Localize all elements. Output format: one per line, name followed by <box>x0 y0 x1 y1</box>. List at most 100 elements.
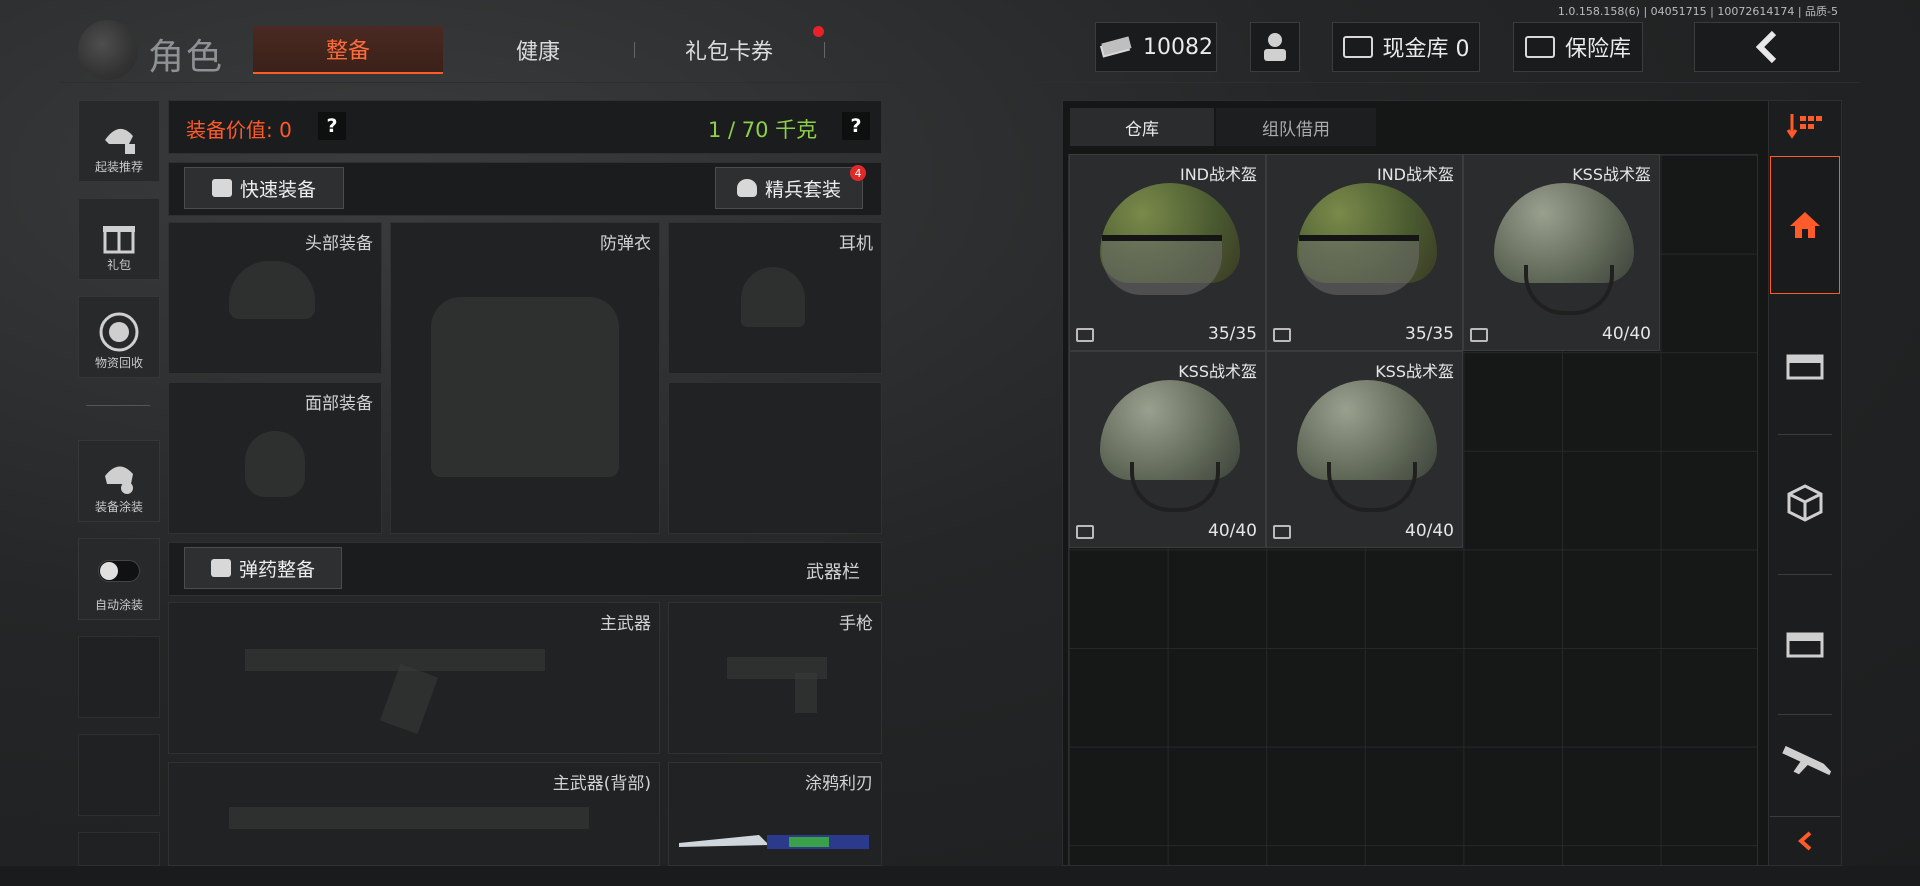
magazine-silhouette <box>379 663 439 735</box>
sidebar-item-autopaint[interactable]: 自动涂装 <box>78 538 160 620</box>
auto-paint-toggle[interactable] <box>98 560 140 582</box>
crate-icon <box>1786 354 1824 380</box>
item-type-icon <box>1076 328 1094 342</box>
sort-icon <box>1786 114 1822 139</box>
home-icon <box>1790 212 1820 238</box>
paint-icon <box>105 466 133 494</box>
cash-vault-button[interactable]: 现金库 0 <box>1332 22 1480 72</box>
item-name: IND战术盔 <box>1376 165 1454 184</box>
sidebar-item-gift[interactable]: 礼包 <box>78 198 160 280</box>
strap-shape <box>1524 265 1614 315</box>
item-type-icon <box>1470 328 1488 342</box>
sidebar-item-label: 自动涂装 <box>94 598 143 612</box>
rifle-icon <box>1782 746 1832 776</box>
safe-button[interactable]: 保险库 <box>1513 22 1643 72</box>
rail-home-button[interactable] <box>1770 156 1840 294</box>
tab-health[interactable]: 健康 <box>443 26 633 74</box>
item-type-icon <box>1076 525 1094 539</box>
safe-label: 保险库 <box>1564 37 1631 62</box>
storage-item[interactable]: KSS战术盔 40/40 <box>1069 351 1266 548</box>
operator-button[interactable] <box>1250 22 1300 72</box>
rail-weapon-button[interactable] <box>1770 716 1840 816</box>
slot-label: 手枪 <box>839 614 873 634</box>
rail-collapse-button[interactable] <box>1770 816 1840 864</box>
slot-label: 耳机 <box>839 234 873 254</box>
item-name: KSS战术盔 <box>1375 362 1454 381</box>
slot-label: 主武器 <box>600 614 651 634</box>
empty-slot <box>78 832 160 866</box>
vault-icon <box>1342 36 1373 58</box>
rifle-silhouette-icon <box>245 649 545 671</box>
gift-icon <box>103 226 135 254</box>
item-durability: 35/35 <box>1208 324 1257 344</box>
elite-kit-button[interactable]: 精兵套装 <box>715 167 863 209</box>
notification-dot <box>813 26 824 37</box>
page-title: 角色 <box>148 37 225 78</box>
sidebar-item-label: 礼包 <box>106 258 131 272</box>
sidebar-item-label: 装备涂装 <box>94 500 143 514</box>
shield-icon <box>736 179 757 197</box>
item-type-icon <box>1273 525 1291 539</box>
cash-icon <box>1099 36 1132 58</box>
equipment-value: 装备价值: 0 <box>186 118 292 142</box>
pistol-grip-silhouette <box>795 673 817 713</box>
recommend-icon <box>105 128 135 154</box>
weight-help-button[interactable]: ? <box>842 112 870 140</box>
melee-slot[interactable]: 涂鸦利刃 <box>668 762 882 866</box>
currency-display[interactable]: 10082 <box>1095 22 1217 72</box>
item-name: KSS战术盔 <box>1178 362 1257 381</box>
header-divider <box>60 82 1860 83</box>
slot-label: 头部装备 <box>305 234 373 254</box>
headset-silhouette-icon <box>741 267 805 327</box>
globe-logo <box>78 20 138 80</box>
visor-shape <box>1299 235 1419 295</box>
headset-slot[interactable]: 耳机 <box>668 222 882 374</box>
crate-icon <box>1786 632 1824 658</box>
ammo-icon <box>210 559 231 577</box>
sidebar-divider <box>86 405 150 406</box>
rifle-back-silhouette-icon <box>229 807 589 829</box>
sort-button[interactable] <box>1786 110 1826 144</box>
primary-back-slot[interactable]: 主武器(背部) <box>168 762 660 866</box>
tab-equip[interactable]: 整备 <box>253 26 443 74</box>
bottom-bar <box>0 866 1920 886</box>
pistol-slot[interactable]: 手枪 <box>668 602 882 754</box>
back-button[interactable] <box>1694 22 1840 72</box>
slot-label: 涂鸦利刃 <box>805 774 873 794</box>
face-slot[interactable]: 面部装备 <box>168 382 382 534</box>
rail-divider <box>1778 434 1832 435</box>
strap-shape <box>1130 462 1220 512</box>
storage-item[interactable]: KSS战术盔 40/40 <box>1266 351 1463 548</box>
tab-team-borrow[interactable]: 组队借用 <box>1216 108 1376 146</box>
sidebar-item-recommend[interactable]: 起装推荐 <box>78 100 160 182</box>
rail-crate-button[interactable] <box>1770 298 1840 432</box>
slot-label: 面部装备 <box>305 394 373 414</box>
knife-icon <box>679 835 869 849</box>
armor-slot[interactable]: 防弹衣 <box>390 222 660 534</box>
quick-equip-button[interactable]: 快速装备 <box>184 167 344 209</box>
tab-warehouse[interactable]: 仓库 <box>1070 108 1214 146</box>
storage-item[interactable]: IND战术盔 35/35 <box>1069 154 1266 351</box>
sidebar-item-label: 物资回收 <box>94 356 143 370</box>
currency-value: 10082 <box>1143 34 1213 60</box>
sidebar-item-paint[interactable]: 装备涂装 <box>78 440 160 522</box>
value-help-button[interactable]: ? <box>318 112 346 140</box>
slot-label: 主武器(背部) <box>552 774 651 794</box>
tab-gift-coupons[interactable]: 礼包卡券 <box>634 26 824 74</box>
sidebar-item-recycle[interactable]: 物资回收 <box>78 296 160 378</box>
rail-box-button[interactable] <box>1770 436 1840 570</box>
rail-crate2-button[interactable] <box>1770 576 1840 710</box>
quick-equip-label: 快速装备 <box>239 178 316 201</box>
tab-separator <box>824 42 825 58</box>
storage-item[interactable]: KSS战术盔 40/40 <box>1463 154 1660 351</box>
slot-label: 防弹衣 <box>600 234 651 254</box>
primary-weapon-slot[interactable]: 主武器 <box>168 602 660 754</box>
toggle-knob <box>100 562 118 580</box>
storage-item[interactable]: IND战术盔 35/35 <box>1266 154 1463 351</box>
head-slot[interactable]: 头部装备 <box>168 222 382 374</box>
back-arrow-icon <box>1755 30 1777 64</box>
visor-shape <box>1102 235 1222 295</box>
box-icon <box>1787 484 1823 522</box>
weight-display: 1 / 70 千克 <box>708 118 818 142</box>
ammo-button[interactable]: 弹药整备 <box>184 547 342 589</box>
